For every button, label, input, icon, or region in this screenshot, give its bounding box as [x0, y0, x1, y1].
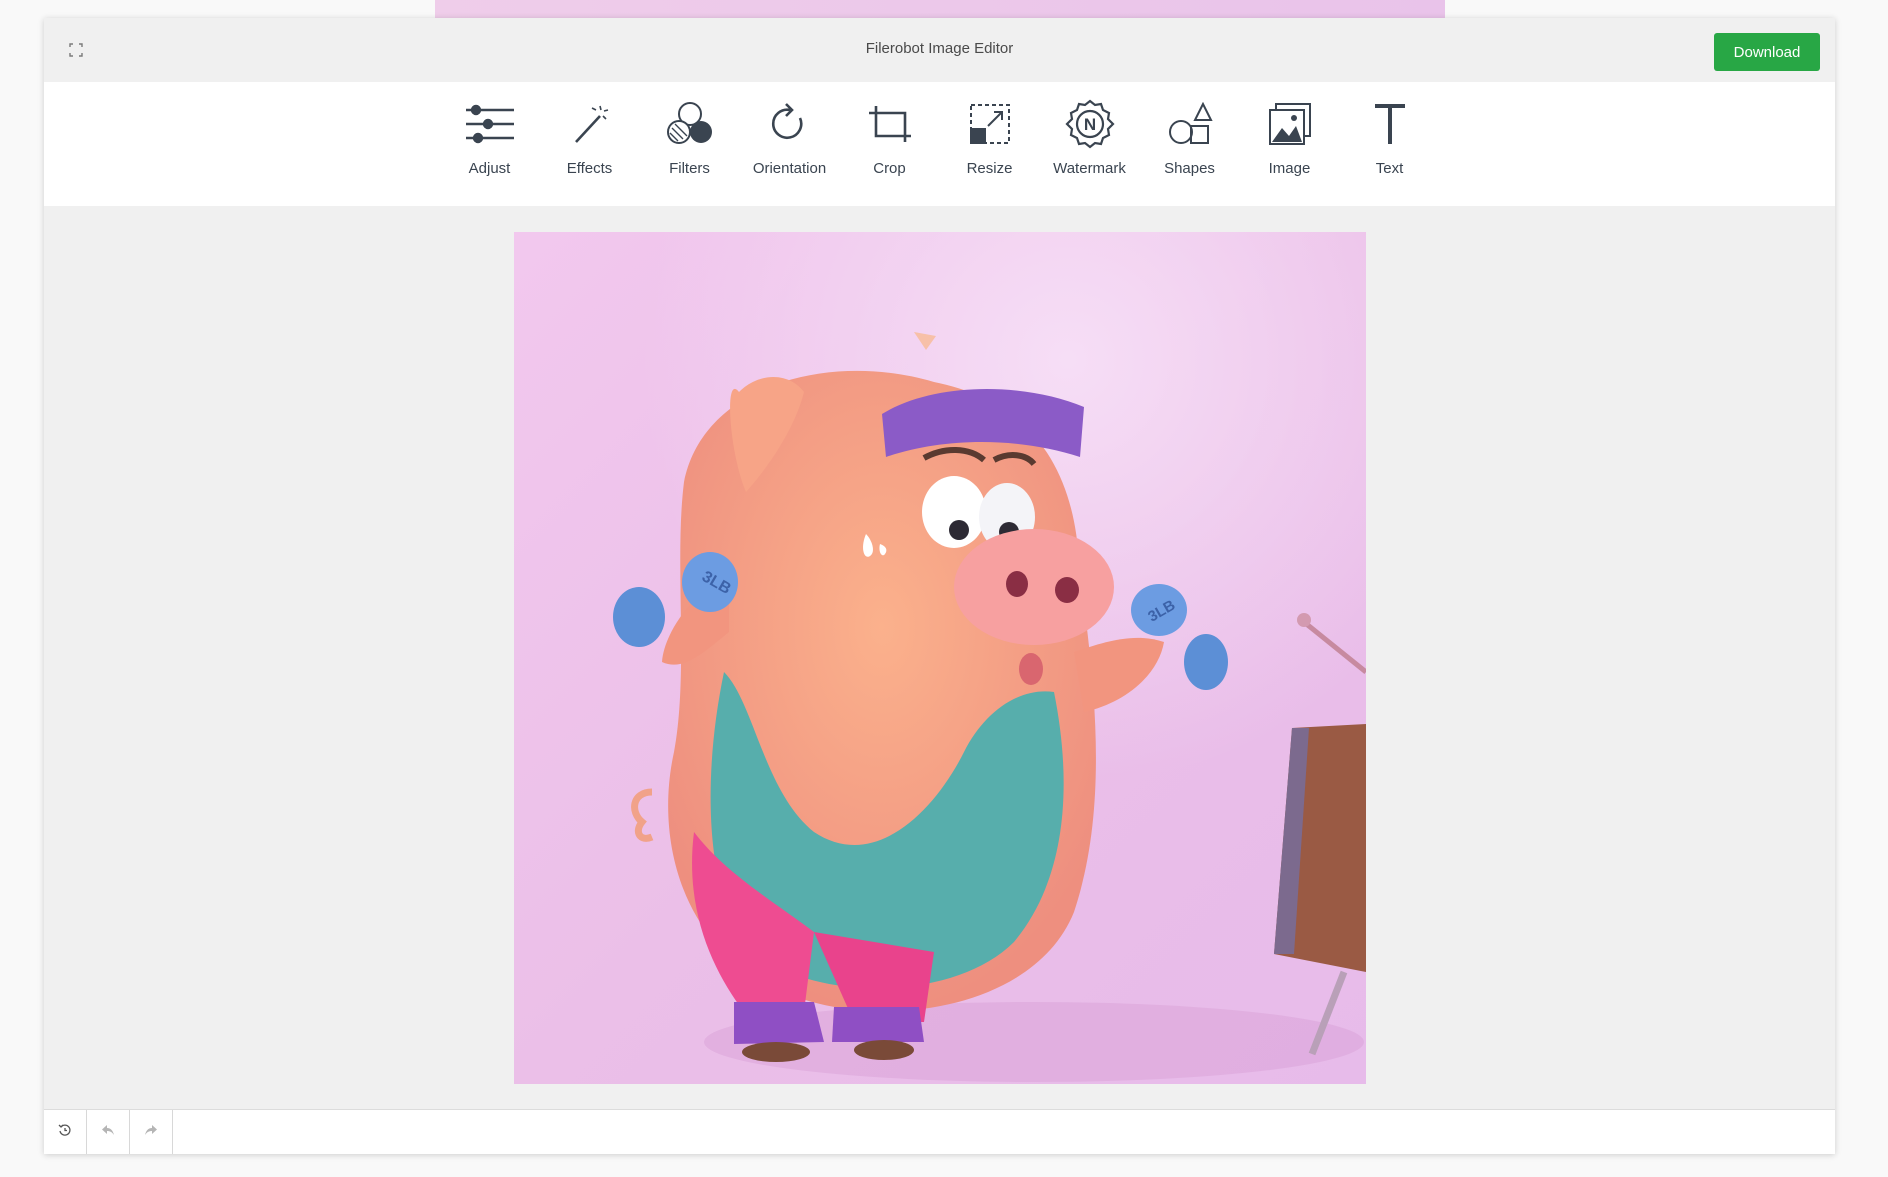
reset-button[interactable] [44, 1110, 87, 1154]
undo-button[interactable] [87, 1110, 130, 1154]
magic-wand-icon [562, 96, 618, 152]
tool-orientation[interactable]: Orientation [740, 96, 840, 196]
tool-label: Orientation [752, 160, 827, 177]
image-icon [1262, 96, 1318, 152]
reset-icon [58, 1123, 72, 1142]
image-editor-window: Filerobot Image Editor Download Adjust E… [44, 18, 1835, 1154]
crop-icon [862, 96, 918, 152]
editor-header: Filerobot Image Editor Download [44, 18, 1835, 82]
tool-label: Adjust [468, 160, 511, 177]
svg-text:N: N [1083, 115, 1095, 134]
sliders-icon [462, 96, 518, 152]
history-bar [44, 1109, 1835, 1154]
resize-icon [962, 96, 1018, 152]
redo-button[interactable] [130, 1110, 173, 1154]
tool-watermark[interactable]: N Watermark [1040, 96, 1140, 196]
rotate-icon [762, 96, 818, 152]
tool-label: Crop [873, 160, 906, 177]
canvas-area: 3LB 3LB [44, 206, 1835, 1130]
tool-resize[interactable]: Resize [940, 96, 1040, 196]
tool-label: Image [1268, 160, 1311, 177]
tool-label: Text [1375, 160, 1404, 177]
editor-title: Filerobot Image Editor [865, 40, 1014, 57]
tool-label: Filters [669, 160, 710, 177]
shapes-icon [1162, 96, 1218, 152]
background-image-strip [435, 0, 1445, 18]
tool-label: Shapes [1164, 160, 1215, 177]
tool-label: Effects [566, 160, 613, 177]
tool-shapes[interactable]: Shapes [1140, 96, 1240, 196]
tool-crop[interactable]: Crop [840, 96, 940, 196]
watermark-icon: N [1062, 96, 1118, 152]
text-icon [1362, 96, 1418, 152]
tool-image[interactable]: Image [1240, 96, 1340, 196]
filters-icon [662, 96, 718, 152]
tools-toolbar: Adjust Effects Filters Orientation Crop … [44, 82, 1835, 206]
tool-label: Watermark [1053, 160, 1126, 177]
tool-adjust[interactable]: Adjust [440, 96, 540, 196]
edited-image[interactable]: 3LB 3LB [514, 232, 1366, 1084]
tool-filters[interactable]: Filters [640, 96, 740, 196]
download-button[interactable]: Download [1714, 33, 1820, 71]
tool-text[interactable]: Text [1340, 96, 1440, 196]
redo-icon [144, 1123, 158, 1141]
undo-icon [101, 1123, 115, 1141]
tool-effects[interactable]: Effects [540, 96, 640, 196]
tool-label: Resize [966, 160, 1013, 177]
